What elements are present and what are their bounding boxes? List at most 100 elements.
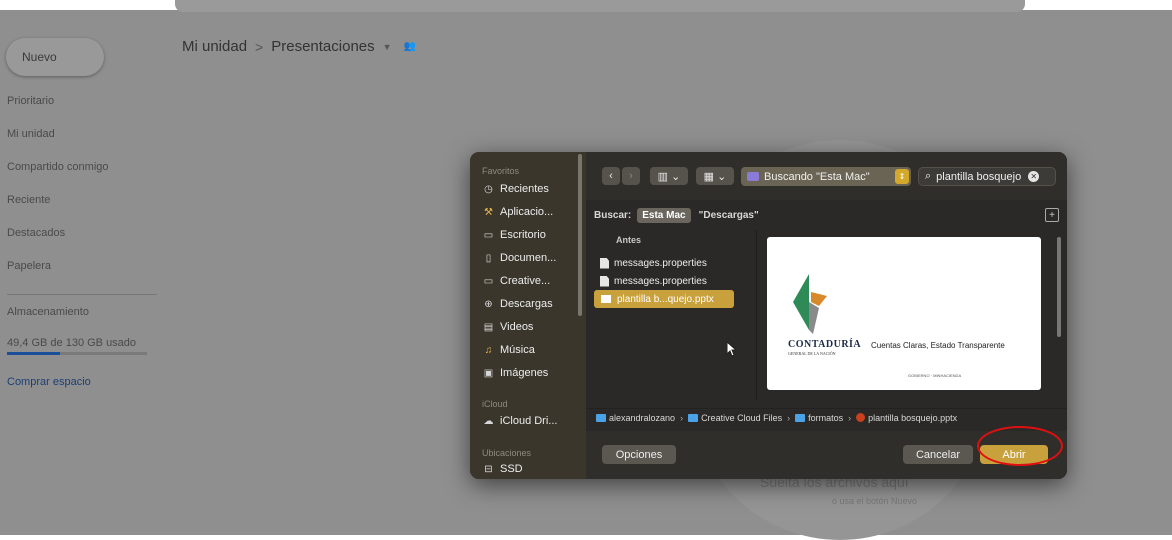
search-bar-area [175,0,1025,12]
preview-brand-sub: GENERAL DE LA NACIÓN [788,351,836,356]
forward-button[interactable]: › [622,167,640,185]
preview-brand: CONTADURÍA [788,339,862,350]
sidebar-item-label: Creative... [500,275,551,287]
list-item[interactable]: messages.properties [594,254,734,272]
buy-storage-link[interactable]: Comprar espacio [7,376,91,388]
film-icon: ▤ [483,321,494,333]
location-popup[interactable]: Buscando "Esta Mac" ⇕ [741,167,911,186]
file-preview: CONTADURÍA GENERAL DE LA NACIÓN Cuentas … [767,237,1041,390]
clear-icon[interactable]: ✕ [1028,171,1040,182]
path-bar: alexandralozano › Creative Cloud Files ›… [586,408,1067,426]
sidebar-item-descargas[interactable]: ⊕ Descargas [482,298,553,310]
storage-bar-fill [7,352,61,355]
scope-downloads[interactable]: "Descargas" [699,210,759,221]
file-icon [600,275,609,287]
path-segment[interactable]: alexandralozano [609,413,675,423]
add-criteria-icon[interactable]: + [1045,208,1059,222]
file-icon [600,257,609,269]
nav-item-priority[interactable]: Prioritario [0,88,160,121]
view-columns-button[interactable]: ▥ ⌄ [650,167,688,185]
chevron-left-icon: ‹ [609,170,613,182]
sidebar-section-icloud: iCloud [482,399,508,409]
folder-icon [688,413,699,422]
nav-item-shared[interactable]: Compartido conmigo [0,154,160,187]
photo-icon: ▣ [483,367,494,379]
sidebar-item-label: SSD [500,463,523,475]
apps-icon: ⚒ [484,206,493,218]
nav-divider [7,294,157,295]
path-segment[interactable]: plantilla bosquejo.pptx [868,413,957,423]
breadcrumb-current-folder[interactable]: Presentaciones [271,38,374,55]
sidebar-item-icloud-drive[interactable]: ☁ iCloud Dri... [482,415,558,427]
storage-used-text: 49,4 GB de 130 GB usado [7,337,137,349]
sidebar-item-label: iCloud Dri... [500,415,558,427]
cloud-icon: ☁ [483,415,494,427]
back-button[interactable]: ‹ [602,167,620,185]
sidebar-item-ssd[interactable]: ⊟ SSD [482,463,523,475]
path-separator: › [680,412,684,423]
download-icon: ⊕ [484,298,493,310]
sidebar-section-favorites: Favoritos [482,166,520,176]
sidebar-item-recientes[interactable]: ◷ Recientes [482,183,549,195]
options-button[interactable]: Opciones [602,445,676,464]
sidebar-scrollbar[interactable] [578,154,582,316]
cancel-button[interactable]: Cancelar [903,445,973,464]
people-icon[interactable]: 👥 [404,41,416,52]
storage-bar [7,352,147,355]
sidebar-item-label: Imágenes [500,367,549,379]
desktop-icon: ▭ [483,229,494,241]
sidebar-item-videos[interactable]: ▤ Videos [482,321,534,333]
sidebar-item-label: Escritorio [500,229,546,241]
file-name: plantilla b...quejo.pptx [617,293,714,305]
sidebar-item-escritorio[interactable]: ▭ Escritorio [482,229,546,241]
view-grid-button[interactable]: ▦ ⌄ [696,167,734,185]
grid-icon: ▦ ⌄ [703,170,727,183]
music-icon: ♫ [484,344,493,356]
file-list: messages.properties messages.properties … [594,254,734,308]
path-segment[interactable]: Creative Cloud Files [701,413,782,423]
sidebar-item-imagenes[interactable]: ▣ Imágenes [482,367,549,379]
list-item[interactable]: messages.properties [594,272,734,290]
preview-tagline: Cuentas Claras, Estado Transparente [871,341,1005,350]
chevron-right-icon: › [629,170,633,182]
contaduria-logo [793,274,827,334]
nav-item-trash[interactable]: Papelera [0,253,160,286]
sidebar-item-documentos[interactable]: ▯ Documen... [482,252,557,264]
finder-sidebar: Favoritos ◷ Recientes ⚒ Aplicacio... ▭ Escr… [470,152,586,479]
folder-icon [596,413,606,422]
folder-icon [747,172,759,181]
new-button[interactable]: Nuevo [6,38,104,76]
nav-item-my-drive[interactable]: Mi unidad [0,121,160,154]
location-popup-label: Buscando "Esta Mac" [764,170,870,183]
column-header: Antes [616,235,642,245]
scope-label: Buscar: [594,209,632,221]
sidebar-item-aplicaciones[interactable]: ⚒ Aplicacio... [482,206,553,218]
search-scope-bar: Buscar: Esta Mac "Descargas" + [586,204,1067,226]
mouse-cursor-icon [726,341,738,357]
nav-item-recent[interactable]: Reciente [0,187,160,220]
sidebar-item-label: Recientes [500,183,549,195]
presentation-file-icon [600,294,612,304]
breadcrumb-root[interactable]: Mi unidad [182,38,247,55]
sidebar-item-creative[interactable]: ▭ Creative... [482,275,550,287]
dialog-toolbar: ‹ › ▥ ⌄ ▦ ⌄ Buscando "Esta Mac" ⇕ ⌕ plan… [586,152,1067,200]
path-separator: › [848,412,852,423]
nav-item-starred[interactable]: Destacados [0,220,160,253]
column-divider[interactable] [756,230,757,400]
columns-icon: ▥ ⌄ [657,170,681,183]
sidebar-item-label: Descargas [500,298,553,310]
list-item-selected[interactable]: plantilla b...quejo.pptx [594,290,734,308]
preview-scrollbar[interactable] [1057,237,1061,337]
sidebar-item-label: Documen... [500,252,557,264]
drop-zone-subtext: o usa el botón Nuevo [832,496,918,506]
chevron-down-icon[interactable]: ▼ [383,42,392,52]
file-name: messages.properties [614,257,707,269]
sidebar-item-musica[interactable]: ♫ Música [482,344,535,356]
storage-title[interactable]: Almacenamiento [7,306,89,318]
powerpoint-icon [856,413,866,422]
search-input[interactable]: ⌕ plantilla bosquejo ✕ [918,167,1056,186]
path-segment[interactable]: formatos [808,413,843,423]
folder-icon [795,413,806,422]
scope-this-mac[interactable]: Esta Mac [637,207,691,223]
search-icon: ⌕ [925,170,932,182]
